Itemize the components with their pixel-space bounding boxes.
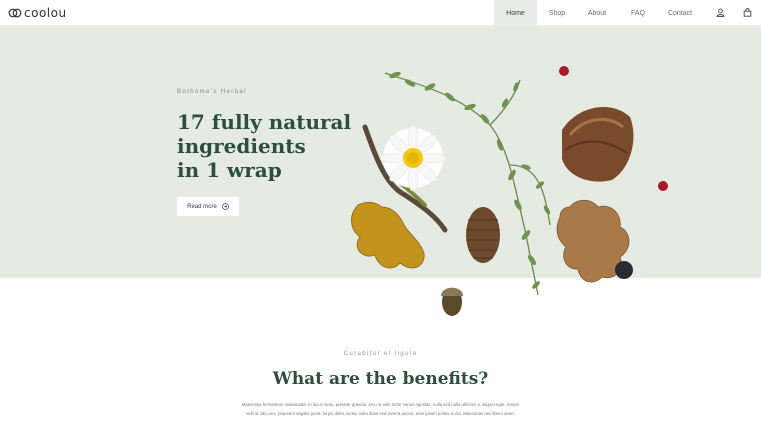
brand-name: coolou — [24, 6, 67, 20]
oak-leaf-left-icon — [351, 201, 425, 269]
cart-icon[interactable] — [743, 8, 752, 17]
nav-about[interactable]: About — [577, 0, 617, 26]
nav-faq[interactable]: FAQ — [617, 0, 659, 26]
benefits-eyebrow: Curabitur et ligula — [343, 351, 418, 357]
benefits-title: What are the benefits? — [272, 369, 489, 389]
read-more-label: Read more — [187, 203, 217, 210]
pinecone-icon — [466, 207, 500, 263]
read-more-button[interactable]: Read more — [177, 197, 239, 216]
nav-shop[interactable]: Shop — [537, 0, 577, 26]
acorn-icon — [441, 287, 463, 316]
nav-home[interactable]: Home — [494, 0, 537, 26]
logo-mark-icon — [8, 8, 22, 18]
benefits-body-text: Maecenas fermentum malesuada. In lacus s… — [241, 402, 520, 416]
top-navbar: coolou Home Shop About FAQ Contact — [0, 0, 761, 26]
blackberry-icon — [615, 261, 633, 279]
main-nav: Home Shop About FAQ Contact — [494, 0, 701, 26]
red-berry-icon — [559, 66, 569, 76]
user-icon[interactable] — [716, 8, 725, 17]
nav-contact[interactable]: Contact — [659, 0, 701, 26]
red-berry-icon — [658, 181, 668, 191]
brand-logo[interactable]: coolou — [8, 6, 67, 20]
cinnamon-bark-icon — [562, 107, 634, 182]
hero-eyebrow: Bothome's Herbal — [177, 89, 247, 95]
arrow-circle-icon — [222, 203, 229, 210]
herbal-ingredients-illustration — [351, 66, 668, 316]
